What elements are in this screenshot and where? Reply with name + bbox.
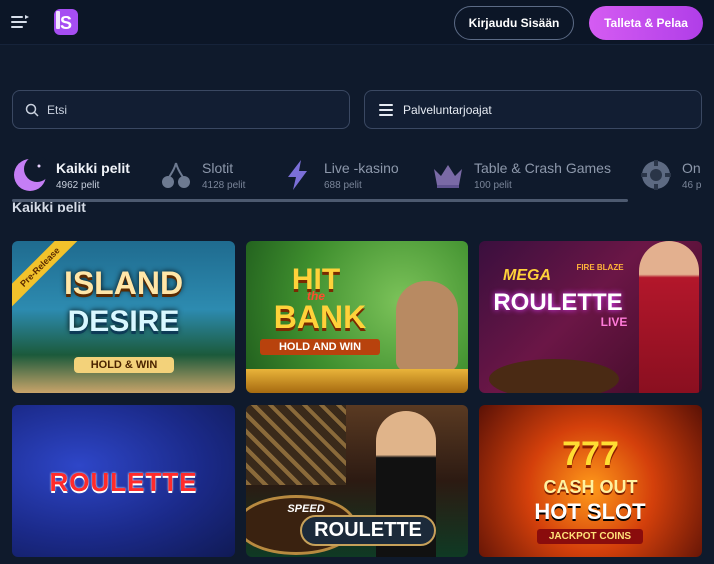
crown-icon: [430, 157, 466, 193]
game-subtitle: FIRE BLAZE: [576, 263, 624, 272]
game-title: 777: [562, 435, 619, 473]
lightning-icon: [280, 157, 316, 193]
tab-label: Table & Crash Games: [474, 159, 611, 176]
game-subtitle: SPEED: [287, 503, 325, 515]
game-title-2: CASH OUT: [543, 477, 638, 497]
game-title: ROULETTE: [300, 515, 436, 546]
tab-label: Live -kasino: [324, 159, 399, 176]
tab-label: Kaikki pelit: [56, 159, 130, 176]
roulette-wheel-illustration: [489, 359, 619, 393]
login-button[interactable]: Kirjaudu Sisään: [454, 6, 574, 40]
moon-icon: [12, 157, 48, 193]
game-tag: LIVE: [600, 315, 628, 329]
game-tag: HOLD & WIN: [74, 357, 174, 373]
tab-more[interactable]: On 46 p: [638, 152, 701, 198]
game-tile[interactable]: MEGA FIRE BLAZE ROULETTE LIVE: [479, 241, 702, 393]
game-tag: JACKPOT COINS: [537, 529, 643, 544]
game-subtitle: HOT SLOT: [534, 499, 646, 524]
search-input[interactable]: Etsi: [12, 90, 350, 129]
svg-text:S: S: [60, 13, 72, 33]
game-tile[interactable]: SPEED ROULETTE: [246, 405, 468, 557]
logo[interactable]: S: [50, 6, 84, 40]
tab-live-casino[interactable]: Live -kasino 688 pelit: [280, 152, 399, 198]
search-icon: [25, 103, 39, 117]
tab-count: 100 pelit: [474, 179, 512, 191]
game-title: ISLAND: [63, 265, 184, 301]
deposit-play-button[interactable]: Talleta & Pelaa: [589, 6, 703, 40]
cherries-icon: [158, 157, 194, 193]
coins-illustration: [246, 369, 468, 393]
tab-all-games[interactable]: Kaikki pelit 4962 pelit: [12, 152, 130, 198]
game-title-2: BANK: [273, 299, 367, 335]
decor-pattern: [246, 405, 346, 485]
chip-icon: [638, 157, 674, 193]
game-title-2: DESIRE: [67, 305, 180, 338]
game-tag: HOLD AND WIN: [260, 339, 380, 355]
tab-table-crash[interactable]: Table & Crash Games 100 pelit: [430, 152, 611, 198]
game-title-2: ROULETTE: [493, 289, 623, 316]
game-tile[interactable]: ROULETTE: [12, 405, 235, 557]
search-placeholder: Etsi: [47, 102, 68, 117]
list-icon: [379, 103, 393, 116]
game-tile[interactable]: 777 CASH OUT HOT SLOT JACKPOT COINS: [479, 405, 702, 557]
dealer-illustration: [639, 241, 699, 393]
tab-count: 46 p: [682, 179, 702, 191]
providers-label: Palveluntarjoajat: [403, 102, 492, 117]
tab-slots[interactable]: Slotit 4128 pelit: [158, 152, 245, 198]
game-title: MEGA: [503, 267, 551, 284]
character-illustration: [396, 281, 458, 371]
tab-count: 4962 pelit: [56, 179, 100, 191]
tab-count: 4128 pelit: [202, 179, 246, 191]
menu-icon[interactable]: [10, 12, 30, 32]
providers-dropdown[interactable]: Palveluntarjoajat: [364, 90, 702, 129]
category-tabs: Kaikki pelit 4962 pelit Slotit 4128 peli…: [0, 152, 714, 202]
tab-label: Slotit: [202, 159, 234, 176]
game-title: ROULETTE: [49, 467, 198, 497]
section-title: Kaikki pelit: [12, 200, 86, 212]
tab-label: On: [682, 159, 701, 176]
tab-count: 688 pelit: [324, 179, 362, 191]
game-tile[interactable]: HIT the BANK HOLD AND WIN: [246, 241, 468, 393]
top-bar: S Kirjaudu Sisään Talleta & Pelaa: [0, 0, 714, 45]
category-scrollbar[interactable]: [12, 199, 628, 202]
game-tile[interactable]: Pre-Release ISLAND DESIRE HOLD & WIN: [12, 241, 235, 393]
